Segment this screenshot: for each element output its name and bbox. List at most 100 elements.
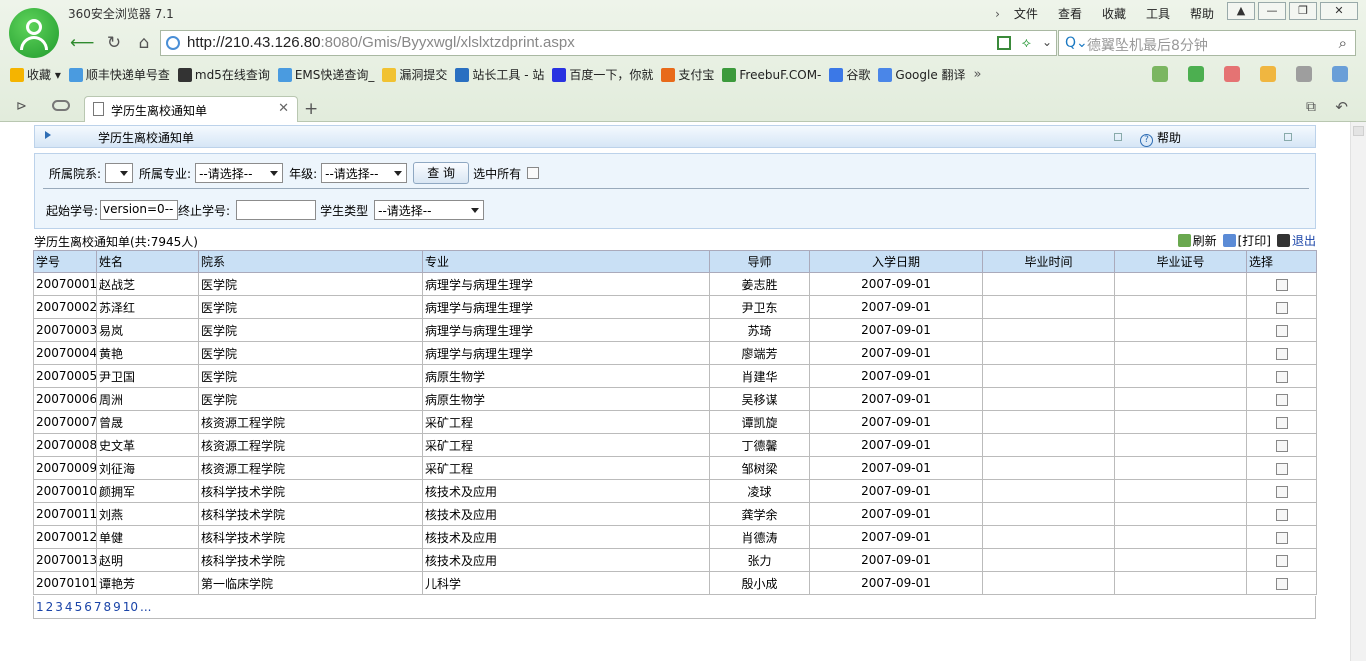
page-link[interactable]: 10 — [123, 600, 138, 614]
row-checkbox[interactable] — [1275, 531, 1288, 544]
col-header-advisor[interactable]: 导师 — [709, 250, 810, 273]
start-id-input[interactable]: version=0-- — [100, 200, 179, 220]
page-link[interactable]: 3 — [55, 600, 63, 614]
bookmark-item[interactable]: Google 翻译 — [878, 66, 966, 83]
emoji-icon[interactable] — [1296, 66, 1312, 82]
search-engine-icon[interactable]: Q⌄ — [1065, 35, 1088, 51]
page-link[interactable]: 5 — [75, 600, 83, 614]
page-link[interactable]: 6 — [84, 600, 92, 614]
new-tab-button[interactable]: + — [304, 99, 318, 119]
close-window-button[interactable]: ✕ — [1320, 2, 1358, 20]
vertical-scrollbar[interactable] — [1350, 122, 1366, 661]
table-row: 20070009 刘征海 核资源工程学院 采矿工程 邹树梁 2007-09-01 — [33, 456, 1317, 480]
chevron-down-icon[interactable]: ⌄ — [1042, 35, 1052, 49]
row-checkbox[interactable] — [1275, 462, 1288, 475]
col-header-major[interactable]: 专业 — [422, 250, 710, 273]
cell-dept: 核资源工程学院 — [198, 410, 423, 434]
grade-select[interactable]: --请选择-- — [321, 163, 408, 183]
col-header-grad-time[interactable]: 毕业时间 — [982, 250, 1115, 273]
bookmark-item[interactable]: EMS快递查询_ — [277, 66, 374, 83]
page-link[interactable]: 9 — [113, 600, 121, 614]
bookmark-item[interactable]: 支付宝 — [661, 66, 714, 83]
row-checkbox[interactable] — [1275, 416, 1288, 429]
apps-icon[interactable] — [1152, 66, 1168, 82]
skin-icon[interactable]: ▲ — [1227, 2, 1255, 20]
col-header-enroll-date[interactable]: 入学日期 — [809, 250, 983, 273]
row-checkbox[interactable] — [1275, 301, 1288, 314]
dept-select[interactable] — [105, 163, 134, 183]
bookmark-favorites[interactable]: 收藏 ▾ — [10, 66, 61, 83]
row-checkbox[interactable] — [1275, 347, 1288, 360]
cell-enroll-date: 2007-09-01 — [809, 456, 983, 480]
col-header-dept[interactable]: 院系 — [198, 250, 423, 273]
cell-cert-no — [1114, 525, 1247, 549]
col-header-id[interactable]: 学号 — [33, 250, 97, 273]
row-checkbox[interactable] — [1275, 393, 1288, 406]
scrollbar-thumb[interactable] — [1353, 126, 1364, 136]
refresh-button[interactable]: 刷新 — [1177, 232, 1217, 249]
student-type-select[interactable]: --请选择-- — [374, 200, 485, 220]
address-bar[interactable]: http://210.43.126.80:8080/Gmis/Byyxwgl/x… — [160, 30, 1057, 56]
bookmark-item[interactable]: 百度一下，你就 — [552, 66, 653, 83]
search-input[interactable]: 德翼坠机最后8分钟 — [1087, 35, 1208, 55]
menu-help[interactable]: 帮助 — [1180, 5, 1224, 22]
bookmark-item[interactable]: 漏洞提交 — [382, 66, 447, 83]
home-button[interactable]: ⌂ — [132, 32, 156, 54]
search-box[interactable]: Q⌄ 德翼坠机最后8分钟 ⌕ — [1058, 30, 1356, 56]
row-checkbox[interactable] — [1275, 554, 1288, 567]
bookmark-item[interactable]: 顺丰快递单号查 — [68, 66, 170, 83]
page-link[interactable]: 4 — [65, 600, 73, 614]
page-link[interactable]: 8 — [103, 600, 111, 614]
reload-button[interactable]: ↻ — [102, 32, 126, 54]
major-select[interactable]: --请选择-- — [195, 163, 284, 183]
row-checkbox[interactable] — [1275, 508, 1288, 521]
search-icon[interactable]: ⌕ — [1339, 34, 1347, 52]
col-header-name[interactable]: 姓名 — [96, 250, 199, 273]
end-id-input[interactable] — [236, 200, 317, 220]
menu-tools[interactable]: 工具 — [1136, 5, 1180, 22]
row-checkbox[interactable] — [1275, 324, 1288, 337]
minimize-button[interactable]: — — [1258, 2, 1286, 20]
row-checkbox[interactable] — [1275, 485, 1288, 498]
menu-view[interactable]: 查看 — [1048, 5, 1092, 22]
exit-button[interactable]: 退出 — [1276, 232, 1316, 249]
row-checkbox[interactable] — [1275, 278, 1288, 291]
back-button[interactable]: ⟵ — [70, 32, 94, 54]
help-link[interactable]: ? 帮助 — [1140, 129, 1181, 147]
tab-list-icon[interactable]: ⧉ — [1306, 99, 1316, 115]
row-checkbox[interactable] — [1275, 370, 1288, 383]
speed-mode-icon[interactable]: ⟡ — [1022, 35, 1031, 51]
cell-advisor: 吴移谋 — [709, 387, 810, 411]
bookmark-item[interactable]: FreebuF.COM- — [722, 67, 821, 82]
query-button[interactable]: 查 询 — [413, 162, 470, 184]
bookmark-item[interactable]: 站长工具 - 站 — [455, 66, 544, 83]
col-header-cert-no[interactable]: 毕业证号 — [1114, 250, 1247, 273]
zoom-icon[interactable] — [1332, 66, 1348, 82]
more-bookmarks-icon[interactable]: » — [974, 67, 982, 82]
money-icon[interactable] — [1188, 66, 1204, 82]
qr-code-icon[interactable] — [997, 36, 1011, 50]
sidebar-toggle-icon[interactable]: ⊳ — [16, 99, 27, 114]
select-all-checkbox[interactable] — [527, 167, 540, 179]
row-checkbox[interactable] — [1275, 439, 1288, 452]
close-icon[interactable]: ✕ — [278, 101, 289, 116]
address-url[interactable]: http://210.43.126.80:8080/Gmis/Byyxwgl/x… — [187, 34, 575, 51]
menu-file[interactable]: 文件 — [1004, 5, 1048, 22]
undo-close-icon[interactable]: ↶ — [1335, 98, 1348, 116]
tab-active[interactable]: 学历生离校通知单 ✕ — [84, 96, 298, 122]
page-link[interactable]: 7 — [94, 600, 102, 614]
chevron-right-icon[interactable]: › — [991, 7, 1004, 21]
row-checkbox[interactable] — [1275, 577, 1288, 590]
menu-favorites[interactable]: 收藏 — [1092, 5, 1136, 22]
page-link[interactable]: 2 — [46, 600, 54, 614]
cloud-icon[interactable] — [52, 100, 70, 111]
bookmark-item[interactable]: 谷歌 — [829, 66, 870, 83]
print-button[interactable]: [打印] — [1222, 232, 1271, 249]
screenshot-icon[interactable] — [1260, 66, 1276, 82]
translate-ext-icon[interactable] — [1224, 66, 1240, 82]
page-more-link[interactable]: ... — [140, 600, 151, 614]
maximize-button[interactable]: ❐ — [1289, 2, 1317, 20]
grid-icon — [177, 67, 192, 82]
bookmark-item[interactable]: md5在线查询 — [177, 66, 270, 83]
page-link[interactable]: 1 — [36, 600, 44, 614]
